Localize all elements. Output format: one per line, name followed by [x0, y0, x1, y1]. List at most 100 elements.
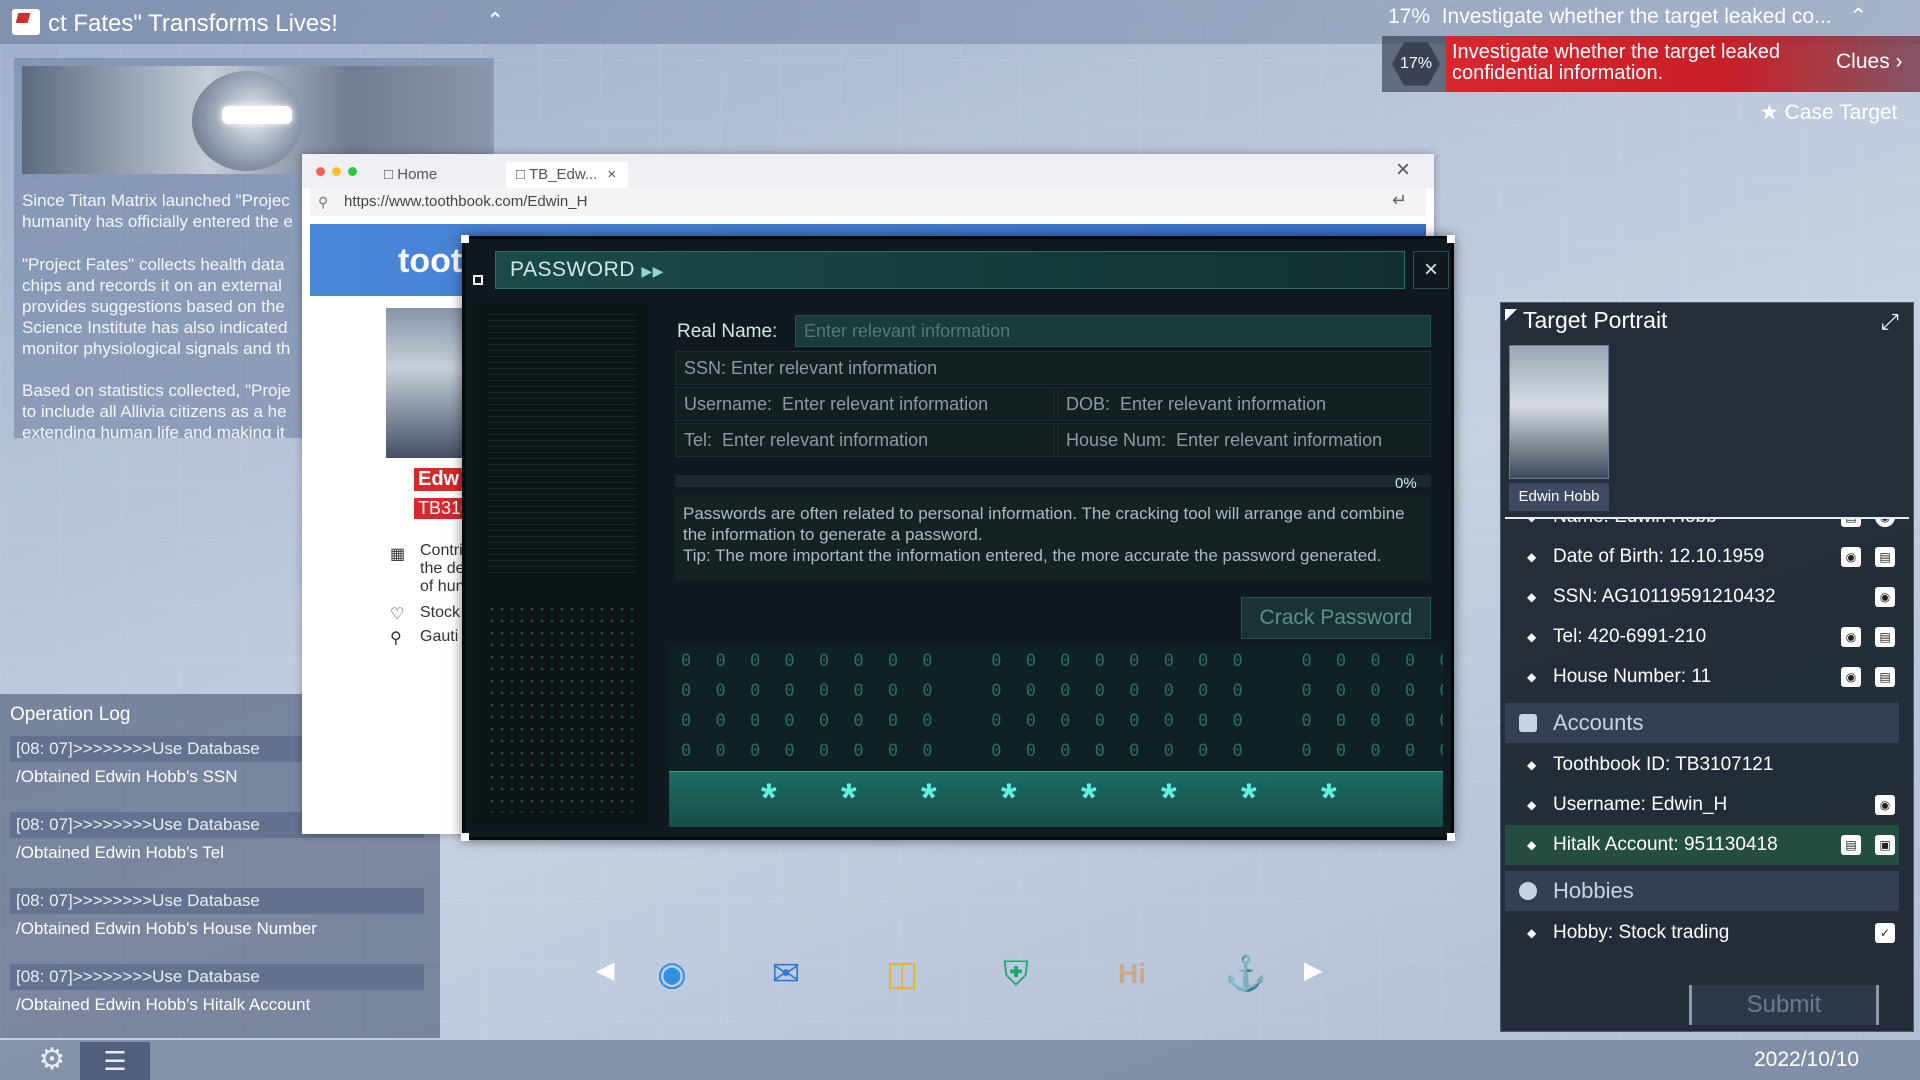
accounts-category[interactable]: Accounts	[1505, 703, 1899, 743]
dock-next-arrow-icon[interactable]: ▶	[1304, 956, 1322, 985]
news-title: ct Fates" Transforms Lives!	[48, 10, 338, 37]
house-num-field[interactable]: House Num: Enter relevant information	[1057, 423, 1431, 457]
cipher-row: 0 0 0 0 0 0 0 0 0 0 0 0 0 0 0 0 0 0 0 0 …	[681, 681, 1443, 701]
profile-bio-line: Contri	[420, 542, 463, 559]
password-output: * * * * * * * *	[669, 771, 1443, 827]
clues-button[interactable]: Clues ›	[1836, 50, 1903, 74]
document-icon[interactable]: ▤	[1841, 835, 1861, 855]
calendar-icon: ▦	[390, 546, 406, 563]
code-side-panel	[473, 303, 649, 823]
info-item[interactable]: ◆ Tel: 420-6991-210 ◉ ▤	[1505, 617, 1899, 657]
expand-icon[interactable]: ⤢	[1881, 309, 1899, 335]
profile-name: Edw	[414, 468, 464, 491]
tab-profile[interactable]: □ TB_Edw... ×	[506, 162, 628, 188]
sql-file-icon[interactable]: ◫	[874, 946, 930, 1002]
target-avatar	[1509, 345, 1609, 479]
crack-progress-percent: 0%	[1395, 475, 1417, 492]
bullet-icon: ◆	[1527, 838, 1537, 852]
document-icon[interactable]: ▤	[1841, 519, 1861, 527]
submit-button[interactable]: Submit	[1689, 985, 1879, 1025]
task-progress-hex: 17%	[1392, 42, 1440, 86]
site-logo: toot	[398, 242, 463, 280]
dock-prev-arrow-icon[interactable]: ◀	[596, 956, 614, 985]
ssn-field[interactable]: SSN: Enter relevant information	[675, 351, 1431, 385]
accounts-icon	[1519, 714, 1537, 732]
account-item[interactable]: ◆ Username: Edwin_H ◉	[1505, 785, 1899, 825]
document-icon[interactable]: ▤	[1875, 627, 1895, 647]
location-icon: ⚲	[390, 630, 402, 647]
minimize-window-dot[interactable]	[332, 167, 341, 176]
dob-field[interactable]: DOB: Enter relevant information	[1057, 387, 1431, 421]
crack-password-button[interactable]: Crack Password	[1241, 597, 1431, 639]
info-item[interactable]: ◆Name: Edwin Hobb ▤◉	[1505, 519, 1899, 537]
settings-gear-icon[interactable]: ⚙	[32, 1042, 72, 1078]
shield-icon[interactable]: ◉	[1875, 587, 1895, 607]
collapse-chevron-icon[interactable]: ⌃	[1849, 5, 1867, 28]
hitalk-icon[interactable]: Hi	[1104, 946, 1160, 1002]
crack-progress-bar	[675, 475, 1431, 487]
bookmark-icon: □	[384, 166, 398, 183]
bullet-icon: ◆	[1527, 550, 1537, 564]
log-message: /Obtained Edwin Hobb's Tel	[16, 843, 225, 862]
log-message: /Obtained Edwin Hobb's House Number	[16, 919, 317, 938]
security-key-icon[interactable]: ⛨	[988, 946, 1044, 1002]
browser-icon[interactable]: ◉	[644, 946, 700, 1002]
cipher-row: 0 0 0 0 0 0 0 0 0 0 0 0 0 0 0 0 0 0 0 0 …	[681, 741, 1443, 761]
arrow-icon: ▶▶	[641, 263, 664, 279]
tel-field[interactable]: Tel: Enter relevant information	[675, 423, 1055, 457]
bullet-icon: ◆	[1527, 758, 1537, 772]
shield-icon[interactable]: ◉	[1841, 547, 1861, 567]
password-hint: Passwords are often related to personal …	[675, 495, 1431, 581]
maximize-window-dot[interactable]	[348, 167, 357, 176]
enter-icon[interactable]: ↵	[1392, 190, 1407, 211]
password-char: *	[1081, 776, 1097, 820]
address-bar[interactable]: https://www.toothbook.com/Edwin_H	[310, 188, 1426, 216]
shield-icon[interactable]: ◉	[1875, 519, 1895, 527]
profile-bio-line: the de	[420, 560, 465, 577]
hobbies-category[interactable]: Hobbies	[1505, 871, 1899, 911]
password-char: *	[761, 776, 777, 820]
info-item[interactable]: ◆ SSN: AG10119591210432 ◉	[1505, 577, 1899, 617]
log-time: [08: 07]>>>>>>>>Use Database	[10, 888, 424, 914]
task-banner[interactable]: 17% Investigate whether the target leake…	[1382, 36, 1920, 92]
profile-hobby: Stock	[420, 604, 461, 621]
username-field[interactable]: Username: Enter relevant information	[675, 387, 1055, 421]
info-item[interactable]: ◆ House Number: 11 ◉ ▤	[1505, 657, 1899, 697]
tab-home[interactable]: □ Home	[374, 162, 500, 188]
window-toggle-icon[interactable]	[473, 275, 483, 285]
browser-tab-bar: □ Home □ TB_Edw... × ×	[302, 154, 1434, 188]
task-list-icon[interactable]: ☰	[80, 1042, 150, 1080]
info-item[interactable]: ◆ Date of Birth: 12.10.1959 ◉ ▤	[1505, 537, 1899, 577]
hobby-item[interactable]: ◆ Hobby: Stock trading ✓	[1505, 913, 1899, 953]
log-entry: [08: 07]>>>>>>>>Use Database /Obtained E…	[10, 964, 424, 1020]
real-name-input[interactable]: Enter relevant information	[795, 315, 1431, 347]
shield-icon[interactable]: ◉	[1841, 627, 1861, 647]
chat-icon[interactable]: ▣	[1875, 835, 1895, 855]
close-window-dot[interactable]	[316, 167, 325, 176]
bullet-icon: ◆	[1527, 670, 1537, 684]
case-target-button[interactable]: ★ Case Target	[1760, 100, 1898, 125]
log-message: /Obtained Edwin Hobb's Hitalk Account	[16, 995, 311, 1014]
close-dialog-icon[interactable]: ×	[1413, 251, 1449, 289]
collapse-chevron-icon[interactable]: ⌃	[486, 8, 504, 34]
account-item-selected[interactable]: ◆ Hitalk Account: 951130418 ▤ ▣	[1505, 825, 1899, 865]
close-tab-icon[interactable]: ×	[607, 166, 616, 183]
document-icon[interactable]: ▤	[1875, 667, 1895, 687]
hook-icon[interactable]: ⚓	[1218, 946, 1274, 1002]
password-char: *	[841, 776, 857, 820]
bullet-icon: ◆	[1527, 590, 1537, 604]
task-summary-text: Investigate whether the target leaked co…	[1441, 5, 1832, 28]
document-icon[interactable]: ▤	[1875, 547, 1895, 567]
operation-log-title: Operation Log	[10, 704, 131, 725]
hook-icon[interactable]: ✓	[1875, 923, 1895, 943]
profile-photo	[386, 308, 466, 458]
close-browser-icon[interactable]: ×	[1396, 156, 1410, 184]
search-icon: ⚲	[318, 194, 329, 210]
task-summary[interactable]: 17% Investigate whether the target leake…	[1388, 4, 1867, 29]
shield-icon[interactable]: ◉	[1875, 795, 1895, 815]
account-item[interactable]: ◆ Toothbook ID: TB3107121	[1505, 745, 1899, 785]
shield-icon[interactable]: ◉	[1841, 667, 1861, 687]
mail-icon[interactable]: ✉	[758, 946, 814, 1002]
date-display: 2022/10/10	[1754, 1048, 1860, 1071]
target-info-list: ◆Name: Edwin Hobb ▤◉ ◆Date of Birth: 12.…	[1505, 517, 1909, 965]
